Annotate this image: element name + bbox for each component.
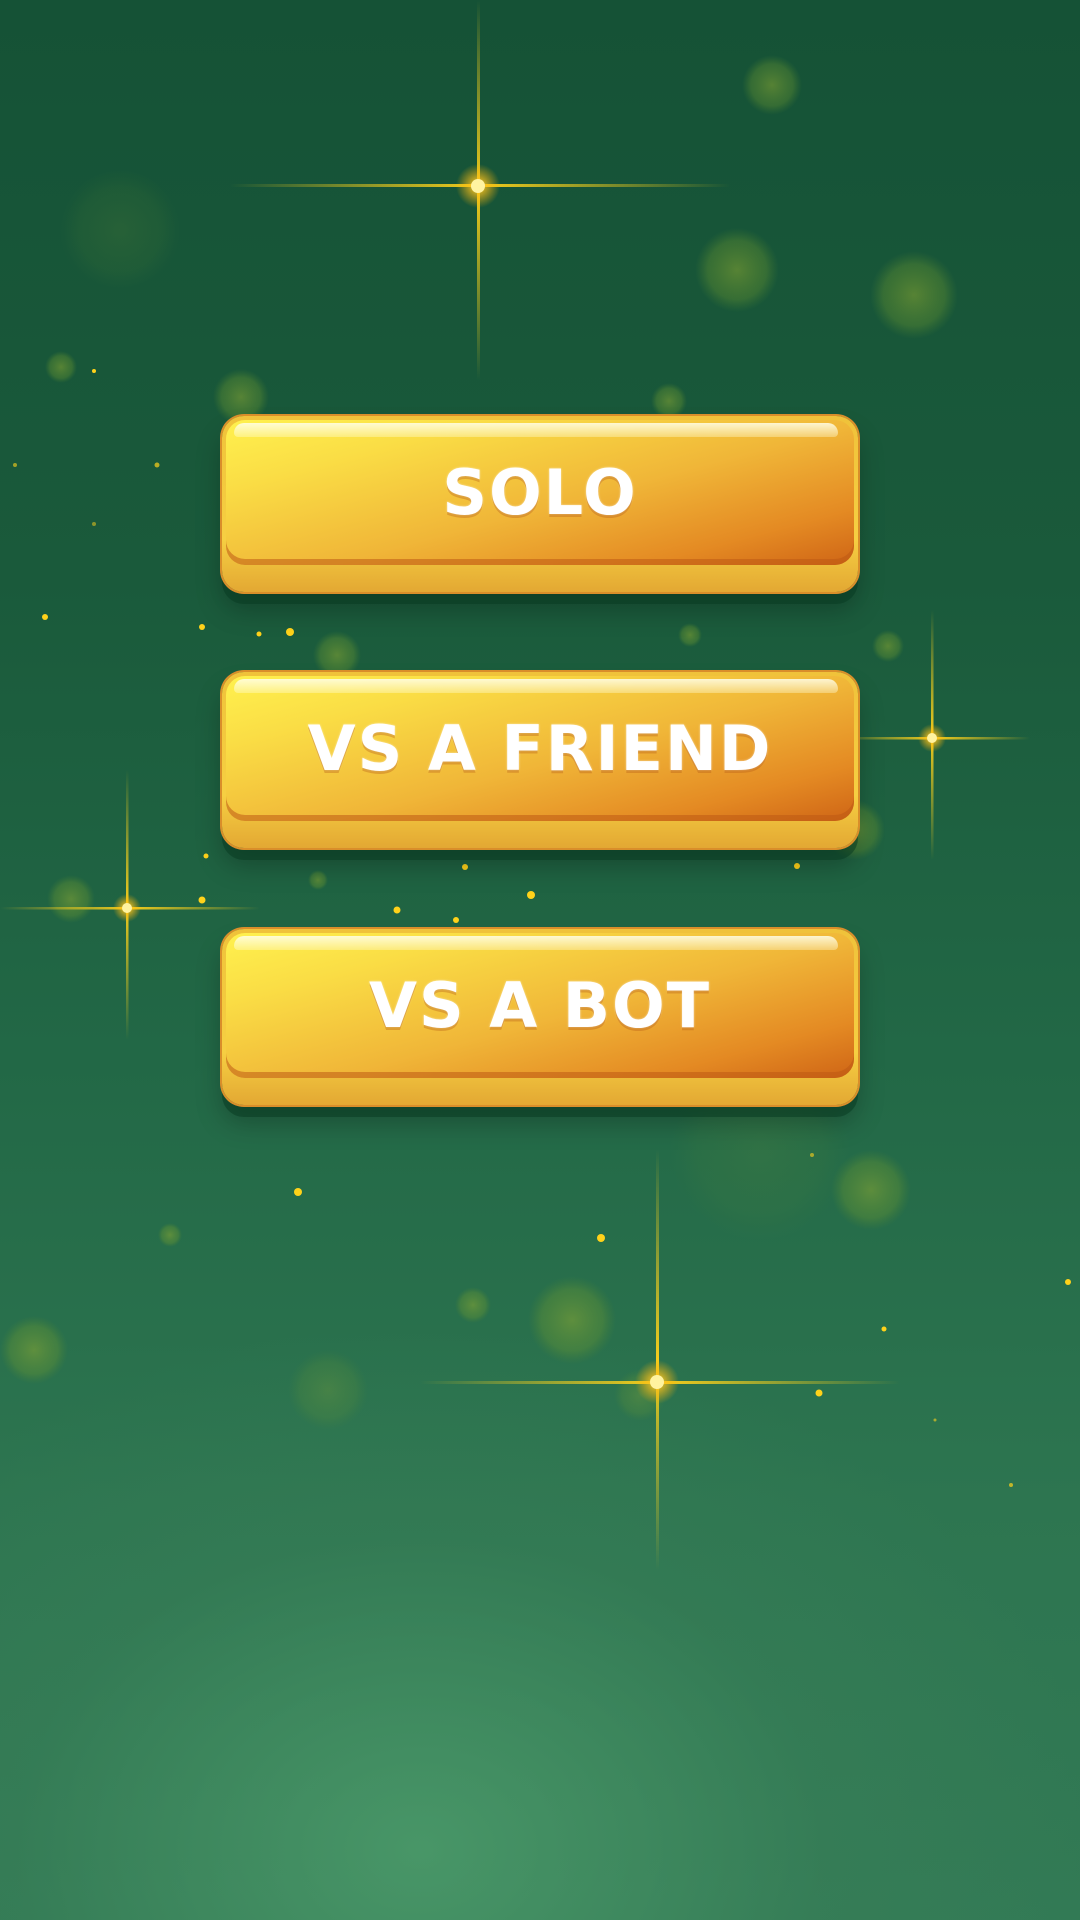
vs-bot-button[interactable]: VS A BOT	[222, 929, 858, 1105]
solo-button[interactable]: SOLO	[222, 416, 858, 592]
vs-bot-button-label: VS A BOT	[368, 969, 712, 1042]
vs-friend-button-label: VS A FRIEND	[307, 712, 773, 785]
solo-button-label: SOLO	[442, 456, 638, 529]
vs-friend-button[interactable]: VS A FRIEND	[222, 672, 858, 848]
game-mode-menu: SOLO VS A FRIEND VS A BOT	[0, 0, 1080, 1920]
